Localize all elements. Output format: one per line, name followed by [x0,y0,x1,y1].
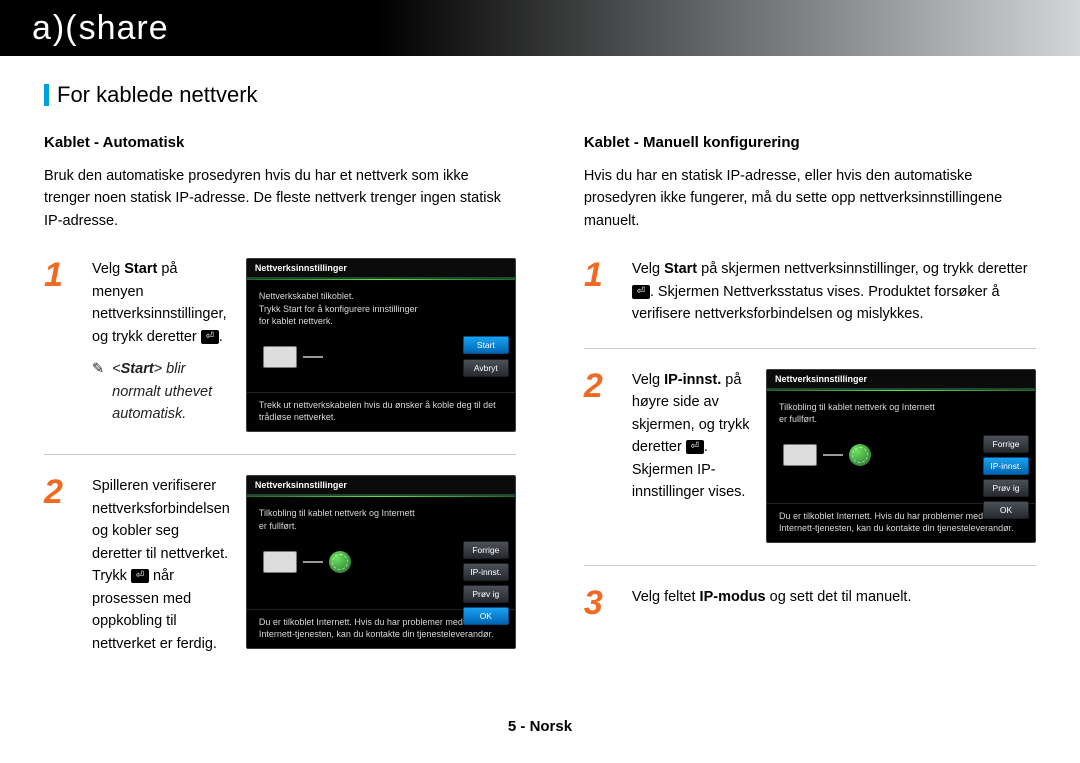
screenshot-msg: Tilkobling til kablet nettverk og Intern… [259,507,424,531]
step-text: Velg IP-innst. på høyre side av skjermen… [632,369,750,543]
retry-button[interactable]: Prøv ig [983,479,1029,497]
step-right-3: 3 Velg feltet IP-modus og sett det til m… [584,582,1036,626]
column-right: Kablet - Manuell konfigurering Hvis du h… [584,134,1036,661]
section-title: For kablede nettverk [44,82,1036,108]
step-text: Velg feltet IP-modus og sett det til man… [632,586,1036,620]
enter-icon [201,330,219,344]
logo: a)(share [32,9,169,48]
screenshot-auto-2: Nettverksinnstillinger Tilkobling til ka… [246,475,516,649]
globe-icon [329,551,351,573]
retry-button[interactable]: Prøv ig [463,585,509,603]
step-text-2: Trykk når prosessen med oppkobling til n… [92,565,230,655]
screenshot-lowmsg: Trekk ut nettverkskabelen hvis du ønsker… [247,392,515,431]
step-right-2: 2 Velg IP-innst. på høyre side av skjerm… [584,365,1036,549]
screenshot-title: Nettverksinnstillinger [247,476,515,496]
enter-icon [686,440,704,454]
intro-right: Hvis du har en statisk IP-adresse, eller… [584,165,1036,232]
sub-title-manual: Kablet - Manuell konfigurering [584,134,1036,151]
prev-button[interactable]: Forrige [983,435,1029,453]
divider [584,348,1036,349]
step-text: Velg Start på menyen nettverksinnstillin… [92,261,227,344]
screenshot-msg: Tilkobling til kablet nettverk og Intern… [779,401,944,425]
step-right-1: 1 Velg Start på skjermen nettverksinnsti… [584,254,1036,331]
step-hint: ✎ <Start> blir normalt uthevet automatis… [92,358,230,425]
router-icon [263,551,297,573]
enter-icon [131,569,149,583]
prev-button[interactable]: Forrige [463,541,509,559]
ip-button[interactable]: IP-innst. [983,457,1029,475]
router-icon [783,444,817,466]
step-number: 3 [584,584,603,622]
ok-button[interactable]: OK [983,501,1029,519]
divider [584,565,1036,566]
step-left-1: 1 Velg Start på menyen nettverksinnstill… [44,254,516,438]
screenshot-auto-1: Nettverksinnstillinger Nettverkskabel ti… [246,258,516,432]
divider [44,454,516,455]
ip-button[interactable]: IP-innst. [463,563,509,581]
column-left: Kablet - Automatisk Bruk den automatiske… [44,134,516,661]
ok-button[interactable]: OK [463,607,509,625]
section-title-text: For kablede nettverk [57,82,258,108]
start-button[interactable]: Start [463,336,509,354]
logo-left: a [32,9,52,47]
globe-icon [849,444,871,466]
accent-bar-icon [44,84,49,106]
step-text: Velg Start på skjermen nettverksinnstill… [632,261,1028,322]
screenshot-manual-2: Nettverksinnstillinger Tilkobling til ka… [766,369,1036,543]
step-number: 2 [584,367,603,405]
page-footer: 5 - Norsk [0,718,1080,735]
logo-glyph: )( [53,9,78,48]
screenshot-title: Nettverksinnstillinger [767,370,1035,390]
step-left-2: 2 Spilleren verifiserer nettverksforbind… [44,471,516,661]
cancel-button[interactable]: Avbryt [463,359,509,377]
step-number: 1 [584,256,603,294]
pencil-icon: ✎ [92,358,104,380]
cable-icon [823,454,843,456]
header-bar: a)(share [0,0,1080,56]
step-number: 1 [44,256,63,294]
enter-icon [632,285,650,299]
step-number: 2 [44,473,63,511]
logo-right: share [79,9,169,47]
screenshot-msg: Nettverkskabel tilkoblet. Trykk Start fo… [259,290,424,326]
sub-title-auto: Kablet - Automatisk [44,134,516,151]
intro-left: Bruk den automatiske prosedyren hvis du … [44,165,516,232]
step-text: Spilleren verifiserer nettverksforbindel… [92,475,230,565]
screenshot-title: Nettverksinnstillinger [247,259,515,279]
router-icon [263,346,297,368]
cable-icon [303,561,323,563]
cable-icon [303,356,323,358]
